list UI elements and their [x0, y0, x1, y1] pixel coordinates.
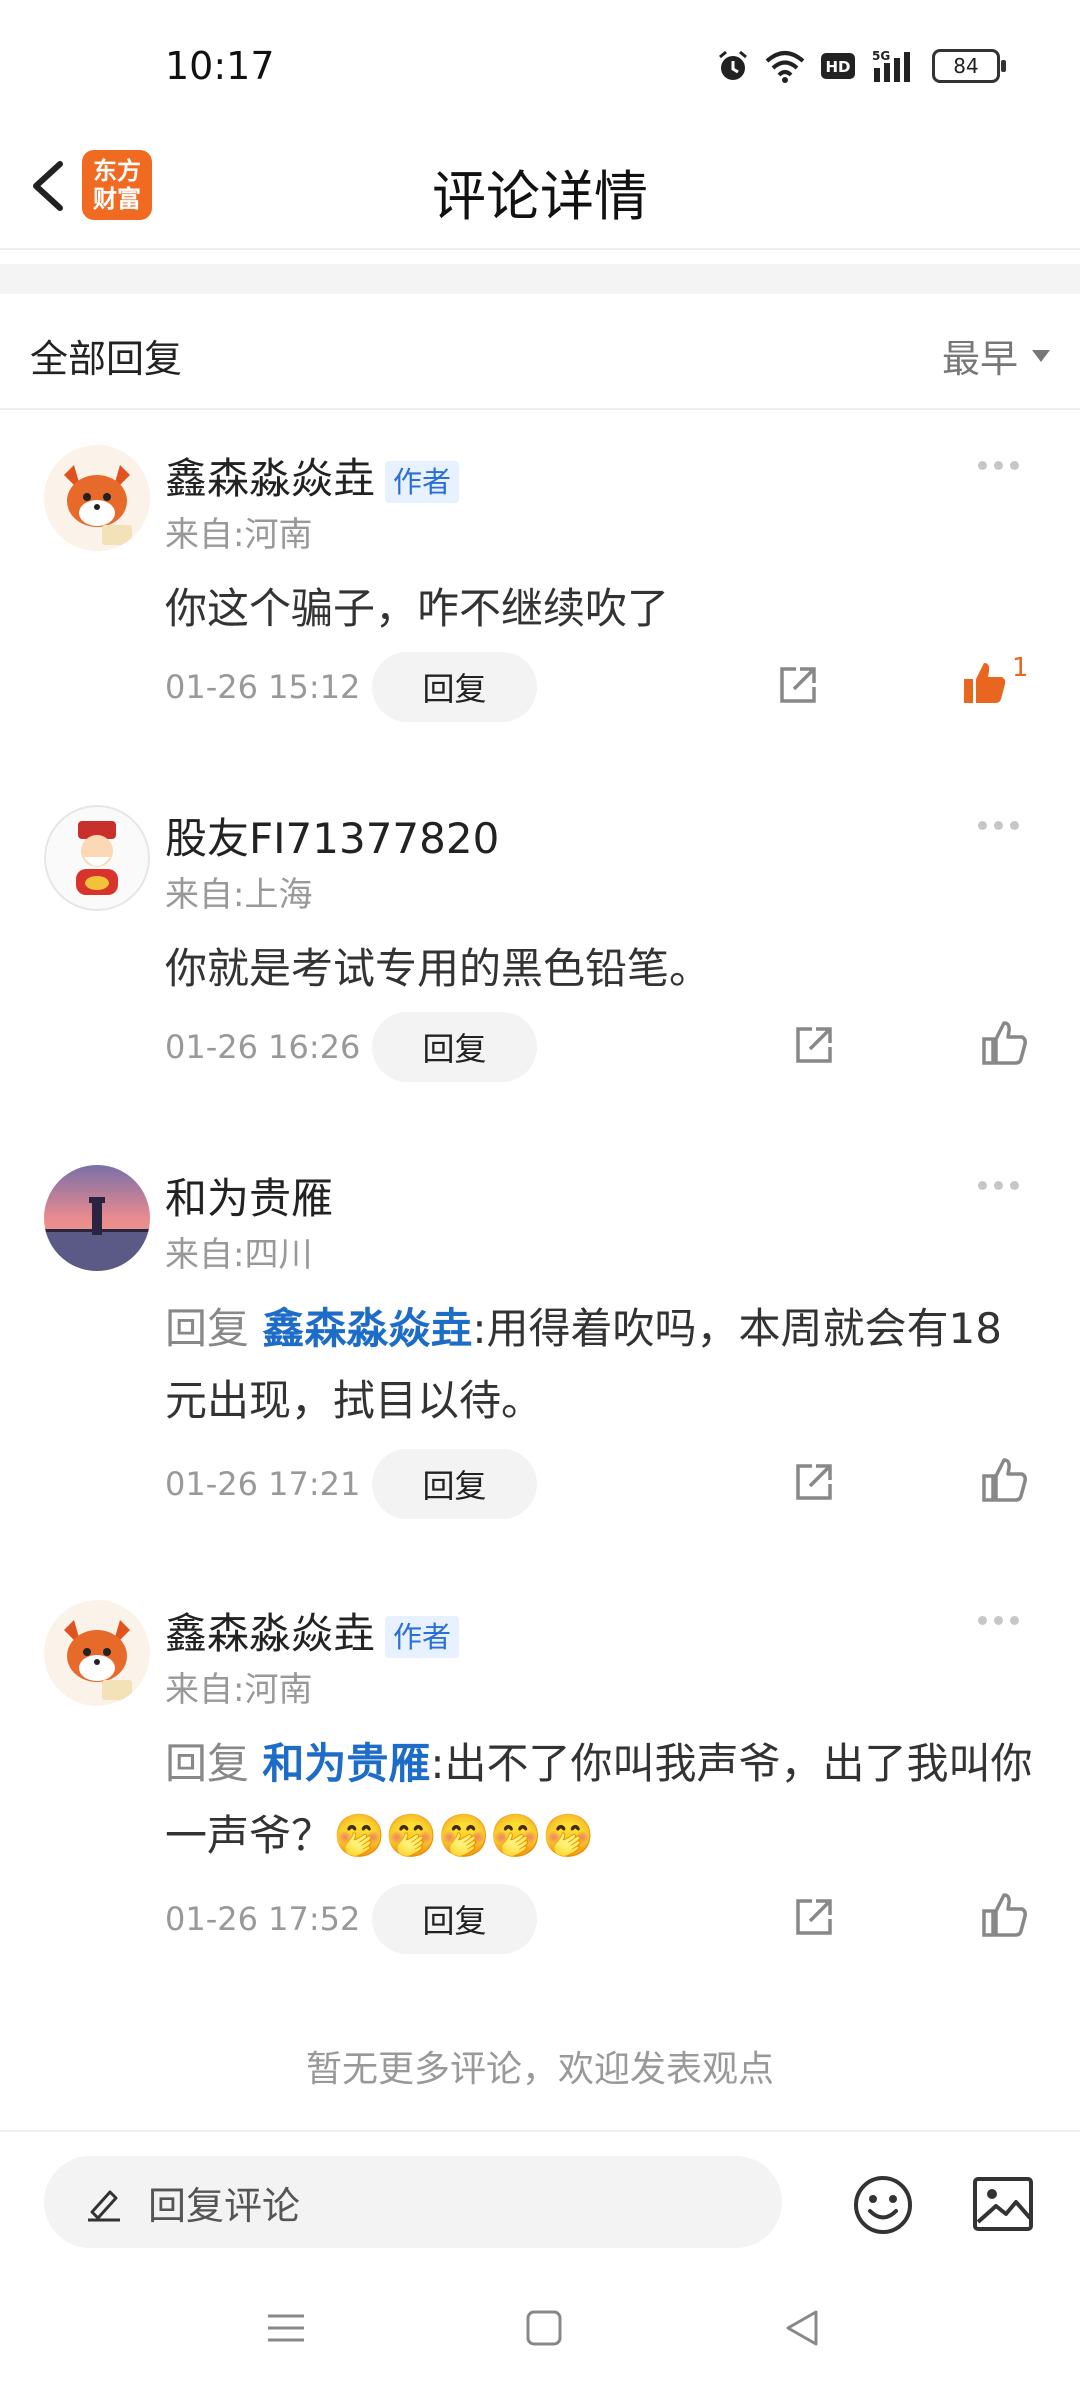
avatar[interactable]: [44, 445, 150, 551]
commenter-location: 来自:河南: [165, 1670, 313, 1710]
status-icons: HD 5G 84: [716, 46, 1006, 86]
avatar[interactable]: [44, 1165, 150, 1271]
comment-input-bar: 回复评论: [0, 2130, 1080, 2262]
reply-target-link[interactable]: 和为贵雁: [262, 1739, 430, 1788]
comment-item: 鑫森淼焱垚 作者 来自:河南 你这个骗子，咋不继续吹了 01-26 15:12 回…: [0, 445, 1080, 745]
commenter-name-text: 鑫森淼焱垚: [165, 1609, 376, 1658]
like-icon[interactable]: [980, 1454, 1030, 1504]
comment-time: 01-26 16:26: [165, 1028, 361, 1066]
comment-text: 回复 和为贵雁:出不了你叫我声爷，出了我叫你一声爷？🤭🤭🤭🤭🤭: [165, 1728, 1035, 1872]
svg-text:5G: 5G: [872, 49, 890, 63]
image-icon[interactable]: [972, 2176, 1034, 2232]
fox-avatar-icon: [44, 1600, 150, 1706]
reply-button[interactable]: 回复: [372, 652, 537, 722]
svg-text:HD: HD: [825, 58, 850, 76]
fortune-god-avatar-icon: [44, 805, 150, 911]
more-options-icon[interactable]: [978, 455, 1028, 475]
replies-section-header: 全部回复 最早: [0, 294, 1080, 410]
system-navigation-bar: [0, 2260, 1080, 2400]
menu-icon[interactable]: [266, 2308, 306, 2348]
like-icon[interactable]: [980, 1017, 1030, 1067]
like-icon[interactable]: [980, 1889, 1030, 1939]
top-nav-bar: 东方 财富 评论详情: [0, 130, 1080, 250]
comment-time: 01-26 15:12: [165, 668, 361, 706]
comment-time: 01-26 17:21: [165, 1465, 361, 1503]
reply-button[interactable]: 回复: [372, 1449, 537, 1519]
comment-item: 股友FI71377820 来自:上海 你就是考试专用的黑色铅笔。 01-26 1…: [0, 805, 1080, 1105]
commenter-location: 来自:四川: [165, 1235, 313, 1275]
home-icon[interactable]: [524, 2308, 564, 2348]
fox-avatar-icon: [44, 445, 150, 551]
no-more-comments-text: 暂无更多评论，欢迎发表观点: [305, 2049, 774, 2090]
share-icon[interactable]: [792, 1460, 836, 1504]
comment-text: 回复 鑫森淼焱垚:用得着吹吗，本周就会有18元出现，拭目以待。: [165, 1293, 1035, 1437]
commenter-name[interactable]: 股友FI71377820: [165, 805, 499, 866]
section-divider: [0, 264, 1080, 294]
pen-icon: [88, 2190, 120, 2222]
sort-label: 最早: [941, 337, 1018, 381]
like-count: 1: [1012, 653, 1029, 683]
author-badge: 作者: [385, 460, 460, 503]
author-badge: 作者: [385, 1615, 460, 1658]
status-time: 10:17: [165, 44, 275, 88]
commenter-location: 来自:河南: [165, 515, 313, 555]
comment-body: 你这个骗子，咋不继续吹了: [165, 584, 670, 633]
comment-text: 你这个骗子，咋不继续吹了: [165, 573, 1035, 645]
commenter-location: 来自:上海: [165, 875, 313, 915]
comment-text: 你就是考试专用的黑色铅笔。: [165, 933, 1035, 1005]
more-options-icon[interactable]: [978, 1610, 1028, 1630]
back-nav-icon[interactable]: [782, 2308, 822, 2348]
reply-button[interactable]: 回复: [372, 1012, 537, 1082]
commenter-name[interactable]: 鑫森淼焱垚 作者: [165, 1600, 460, 1661]
status-bar: 10:17 HD 5G 84: [0, 0, 1080, 130]
avatar[interactable]: [44, 805, 150, 911]
battery-indicator: 84: [932, 49, 1006, 83]
like-icon-active[interactable]: [960, 657, 1010, 707]
alarm-icon: [719, 50, 747, 80]
commenter-name[interactable]: 和为贵雁: [165, 1165, 333, 1226]
section-title: 全部回复: [30, 337, 183, 381]
share-icon[interactable]: [792, 1023, 836, 1067]
commenter-name-text: 鑫森淼焱垚: [165, 454, 376, 503]
comment-item: 鑫森淼焱垚 作者 来自:河南 回复 和为贵雁:出不了你叫我声爷，出了我叫你一声爷？…: [0, 1600, 1080, 1980]
reply-input-placeholder: 回复评论: [148, 2183, 301, 2228]
commenter-name[interactable]: 鑫森淼焱垚 作者: [165, 445, 460, 506]
commenter-name-text: 股友FI71377820: [165, 814, 500, 863]
more-options-icon[interactable]: [978, 1175, 1028, 1195]
emoji-icon[interactable]: [852, 2174, 914, 2236]
reply-comment-input[interactable]: 回复评论: [44, 2156, 782, 2248]
sunset-lighthouse-avatar-icon: [44, 1165, 150, 1271]
share-icon[interactable]: [776, 663, 820, 707]
reply-button[interactable]: 回复: [372, 1884, 537, 1954]
comment-item: 和为贵雁 来自:四川 回复 鑫森淼焱垚:用得着吹吗，本周就会有18元出现，拭目以…: [0, 1165, 1080, 1545]
more-options-icon[interactable]: [978, 815, 1028, 835]
share-icon[interactable]: [792, 1895, 836, 1939]
commenter-name-text: 和为贵雁: [165, 1174, 334, 1223]
wifi-icon: [765, 51, 805, 83]
comment-time: 01-26 17:52: [165, 1900, 361, 1938]
sort-dropdown[interactable]: 最早: [942, 328, 1050, 383]
avatar[interactable]: [44, 1600, 150, 1706]
dropdown-triangle-icon: [1032, 349, 1050, 362]
hd-icon: HD: [821, 53, 855, 79]
reply-prefix: 回复: [165, 1304, 263, 1353]
reply-target-link[interactable]: 鑫森淼焱垚: [262, 1304, 472, 1353]
signal-icon: 5G: [872, 49, 910, 82]
page-title: 评论详情: [432, 165, 648, 228]
comment-body: 你就是考试专用的黑色铅笔。: [165, 944, 712, 993]
reply-prefix: 回复: [165, 1739, 263, 1788]
